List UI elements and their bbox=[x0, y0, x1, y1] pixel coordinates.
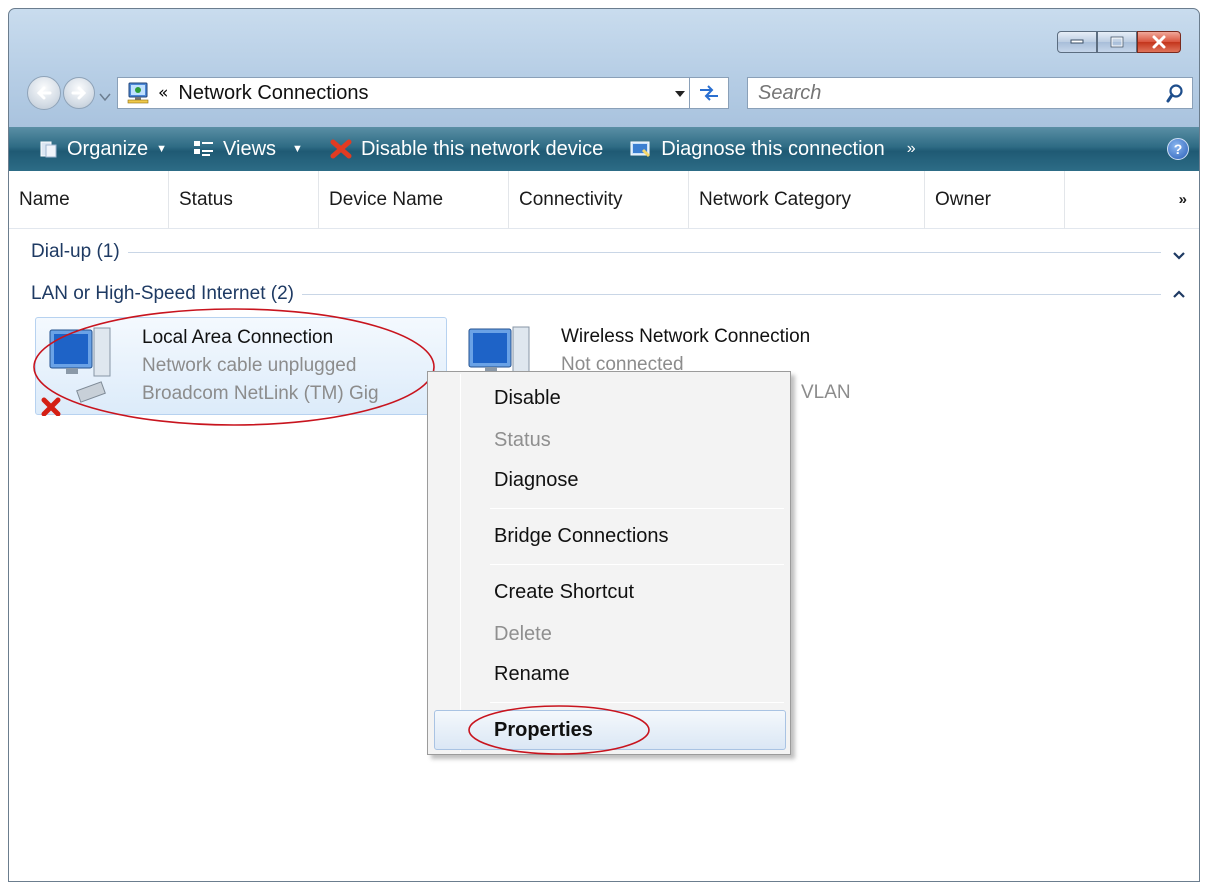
forward-button[interactable] bbox=[63, 77, 95, 109]
group-dialup-label: Dial-up (1) bbox=[31, 241, 120, 262]
search-icon[interactable] bbox=[1166, 84, 1184, 104]
menu-separator bbox=[490, 508, 784, 509]
close-icon bbox=[1152, 35, 1166, 49]
column-name-label: Name bbox=[19, 188, 70, 210]
refresh-icon bbox=[700, 85, 718, 101]
column-header-owner[interactable]: Owner bbox=[925, 170, 1065, 229]
columns-overflow-chevron[interactable]: » bbox=[1179, 191, 1187, 208]
address-overflow-chevrons[interactable]: « bbox=[158, 83, 168, 103]
expand-chevron-icon[interactable] bbox=[1173, 250, 1185, 262]
address-dropdown-icon[interactable] bbox=[673, 86, 687, 100]
red-x-icon bbox=[329, 138, 353, 160]
organize-dropdown-icon: ▼ bbox=[156, 143, 168, 155]
column-header-network-category[interactable]: Network Category bbox=[689, 170, 925, 229]
menu-item-delete: Delete bbox=[494, 622, 552, 645]
column-headers: Name Status Device Name Connectivity Net… bbox=[9, 170, 1199, 229]
maximize-icon bbox=[1110, 36, 1124, 48]
group-header-dialup[interactable]: Dial-up (1) bbox=[31, 241, 1161, 263]
toolbar-overflow-chevron[interactable]: » bbox=[907, 140, 916, 158]
column-header-name[interactable]: Name bbox=[9, 170, 169, 229]
organize-menu[interactable]: Organize ▼ bbox=[39, 138, 167, 161]
menu-gutter bbox=[460, 374, 461, 752]
menu-item-bridge-connections[interactable]: Bridge Connections bbox=[494, 518, 669, 554]
refresh-button[interactable] bbox=[689, 77, 729, 109]
annotation-ellipse bbox=[468, 705, 650, 755]
menu-item-diagnose[interactable]: Diagnose bbox=[494, 462, 579, 498]
minimize-button[interactable] bbox=[1057, 31, 1097, 53]
menu-item-status: Status bbox=[494, 428, 551, 451]
collapse-chevron-icon[interactable] bbox=[1173, 289, 1185, 301]
menu-item-rename[interactable]: Rename bbox=[494, 656, 570, 692]
diagnose-connection-label: Diagnose this connection bbox=[661, 137, 885, 160]
chevron-down-icon bbox=[99, 93, 111, 102]
disable-device-button[interactable]: Disable this network device bbox=[329, 138, 603, 161]
column-device-label: Device Name bbox=[329, 188, 444, 210]
command-bar: Organize ▼ Views ▼ Disable this network … bbox=[9, 127, 1199, 171]
views-menu[interactable]: Views ▼ bbox=[193, 138, 303, 161]
recent-pages-dropdown[interactable] bbox=[99, 87, 111, 106]
column-connectivity-label: Connectivity bbox=[519, 188, 623, 210]
column-category-label: Network Category bbox=[699, 188, 852, 210]
views-icon bbox=[193, 139, 215, 159]
column-header-status[interactable]: Status bbox=[169, 170, 319, 229]
help-icon[interactable]: ? bbox=[1167, 138, 1189, 160]
address-path[interactable]: Network Connections bbox=[178, 82, 368, 105]
menu-separator bbox=[490, 564, 784, 565]
column-header-connectivity[interactable]: Connectivity bbox=[509, 170, 689, 229]
back-arrow-icon bbox=[36, 86, 52, 100]
context-menu: Disable Status Diagnose Bridge Connectio… bbox=[427, 371, 791, 755]
maximize-button[interactable] bbox=[1097, 31, 1137, 53]
close-button[interactable] bbox=[1137, 31, 1181, 53]
diagnose-icon bbox=[629, 139, 653, 159]
address-bar[interactable]: « Network Connections bbox=[117, 77, 689, 109]
network-connections-icon bbox=[127, 82, 149, 104]
menu-item-disable[interactable]: Disable bbox=[494, 380, 561, 416]
column-status-label: Status bbox=[179, 188, 233, 210]
diagnose-connection-button[interactable]: Diagnose this connection bbox=[629, 137, 885, 161]
column-owner-label: Owner bbox=[935, 188, 991, 210]
menu-item-create-shortcut[interactable]: Create Shortcut bbox=[494, 574, 634, 610]
connection-name: Wireless Network Connection bbox=[561, 326, 811, 347]
forward-arrow-icon bbox=[71, 86, 87, 100]
annotation-ellipse bbox=[33, 308, 435, 426]
disable-device-label: Disable this network device bbox=[360, 137, 604, 160]
minimize-icon bbox=[1070, 39, 1084, 44]
explorer-window: « Network Connections Organize ▼ bbox=[8, 8, 1200, 882]
caption-buttons bbox=[1057, 31, 1181, 53]
group-divider bbox=[127, 251, 1161, 253]
group-divider bbox=[301, 293, 1161, 295]
search-input[interactable] bbox=[758, 81, 1138, 105]
organize-icon bbox=[39, 139, 59, 159]
organize-label: Organize bbox=[67, 137, 149, 160]
back-button[interactable] bbox=[27, 76, 61, 110]
search-box[interactable] bbox=[747, 77, 1193, 109]
views-label: Views bbox=[223, 137, 277, 160]
column-header-device-name[interactable]: Device Name bbox=[319, 170, 509, 229]
views-dropdown-icon: ▼ bbox=[292, 143, 303, 155]
